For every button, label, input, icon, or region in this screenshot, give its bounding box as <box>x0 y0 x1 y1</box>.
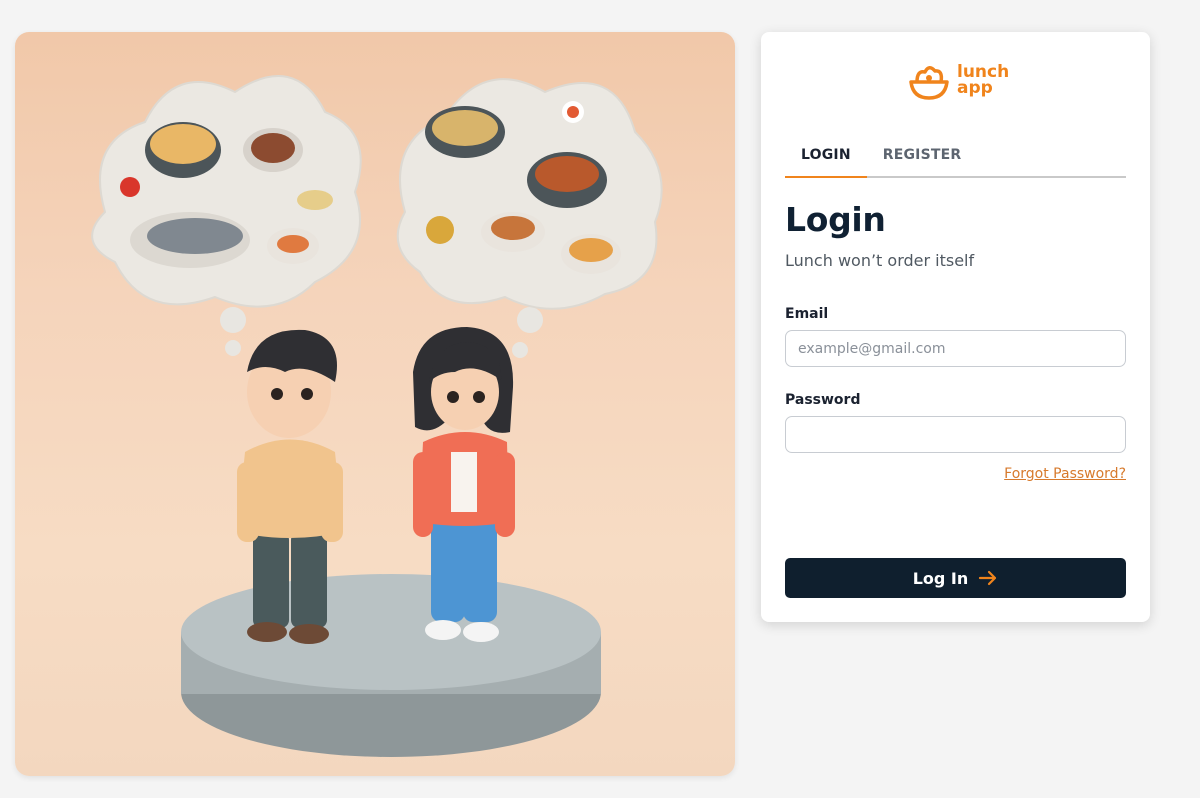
page-subtitle: Lunch won’t order itself <box>785 251 975 270</box>
brand-logo[interactable]: lunch app <box>907 62 1009 102</box>
password-field[interactable] <box>785 416 1126 453</box>
email-label: Email <box>785 306 829 322</box>
hero-illustration <box>15 32 735 776</box>
bowl-icon <box>909 66 949 100</box>
pedestal-top <box>181 574 601 690</box>
brand-name: lunch app <box>957 64 1017 98</box>
login-button-label: Log In <box>912 568 969 588</box>
email-field[interactable] <box>785 330 1126 367</box>
tab-login[interactable]: LOGIN <box>785 144 867 178</box>
login-button[interactable]: Log In <box>785 558 1126 598</box>
illustration-scene <box>91 75 663 757</box>
tab-register[interactable]: REGISTER <box>867 144 978 178</box>
arrow-right-icon <box>979 570 997 586</box>
auth-tabs: LOGIN REGISTER <box>785 144 1126 178</box>
thought-cloud-right <box>396 78 663 358</box>
password-label: Password <box>785 392 861 408</box>
thought-cloud-left <box>91 75 362 356</box>
page-title: Login <box>785 200 886 239</box>
login-card: lunch app LOGIN REGISTER Login Lunch won… <box>761 32 1150 622</box>
forgot-password-link[interactable]: Forgot Password? <box>1004 466 1126 482</box>
brand-line2: app <box>957 78 993 98</box>
